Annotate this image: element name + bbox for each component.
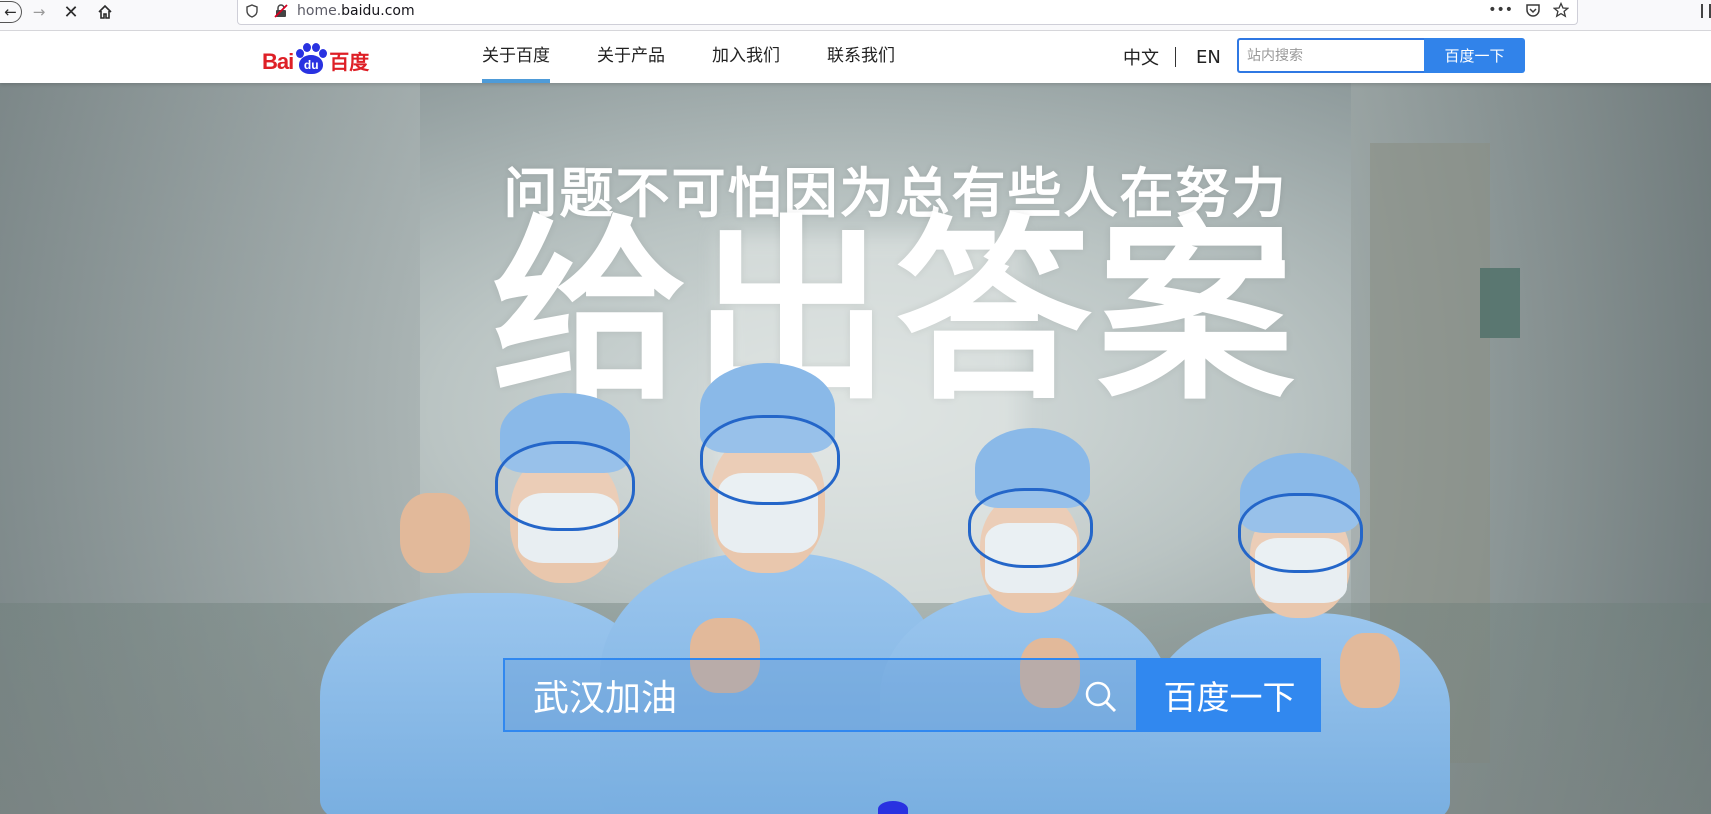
nav-about-products[interactable]: 关于产品 (597, 31, 665, 83)
hero-banner: 问题不可怕因为总有些人在努力 给出答案 武汉加油 百度一下 (0, 83, 1711, 814)
lang-chinese[interactable]: 中文 (1123, 44, 1159, 70)
medical-worker-4 (1150, 443, 1450, 814)
insecure-lock-icon[interactable] (274, 4, 288, 18)
lang-english[interactable]: EN (1196, 47, 1221, 68)
more-icon[interactable]: ••• (1488, 2, 1513, 18)
site-header: Bai du 百度 关于百度 关于产品 加入我们 联系我们 中文 EN 百度一下 (0, 31, 1711, 83)
address-bar[interactable]: home.baidu.com ••• (237, 0, 1578, 25)
language-switch: 中文 EN (1123, 31, 1221, 83)
logo-cn-text: 百度 (329, 50, 370, 74)
medical-worker-3 (880, 423, 1180, 814)
bookmark-star-icon[interactable] (1553, 2, 1569, 18)
hero-search-value: 武汉加油 (533, 678, 678, 719)
hero-search-input[interactable]: 武汉加油 (503, 658, 1138, 732)
pocket-icon[interactable] (1525, 2, 1541, 18)
browser-toolbar: ← → ✕ home.baidu.com ••• (0, 0, 1711, 31)
back-icon[interactable]: ← (0, 1, 22, 23)
logo-du-text: du (299, 55, 324, 74)
shield-icon[interactable] (246, 4, 258, 18)
logo-bai-text: Bai (262, 49, 294, 74)
paw-mark-icon (878, 801, 908, 814)
site-search: 百度一下 (1237, 38, 1525, 73)
baidu-logo[interactable]: Bai du 百度 (262, 43, 369, 75)
forward-icon[interactable]: → (28, 1, 50, 23)
nav-contact-us[interactable]: 联系我们 (827, 31, 895, 83)
paw-icon: du (294, 43, 328, 75)
site-search-input[interactable] (1237, 38, 1424, 73)
nav-join-us[interactable]: 加入我们 (712, 31, 780, 83)
search-icon[interactable] (1084, 680, 1118, 714)
home-icon[interactable] (94, 1, 116, 23)
hero-search-button[interactable]: 百度一下 (1138, 658, 1321, 732)
stop-icon[interactable]: ✕ (60, 1, 82, 23)
nav-about-baidu[interactable]: 关于百度 (482, 31, 550, 83)
lang-divider (1175, 47, 1176, 67)
hero-search: 武汉加油 百度一下 (503, 658, 1321, 732)
main-nav: 关于百度 关于产品 加入我们 联系我们 (482, 31, 942, 83)
url-text[interactable]: home.baidu.com (297, 3, 415, 19)
site-search-button[interactable]: 百度一下 (1424, 38, 1525, 73)
library-icon[interactable] (1701, 4, 1711, 18)
